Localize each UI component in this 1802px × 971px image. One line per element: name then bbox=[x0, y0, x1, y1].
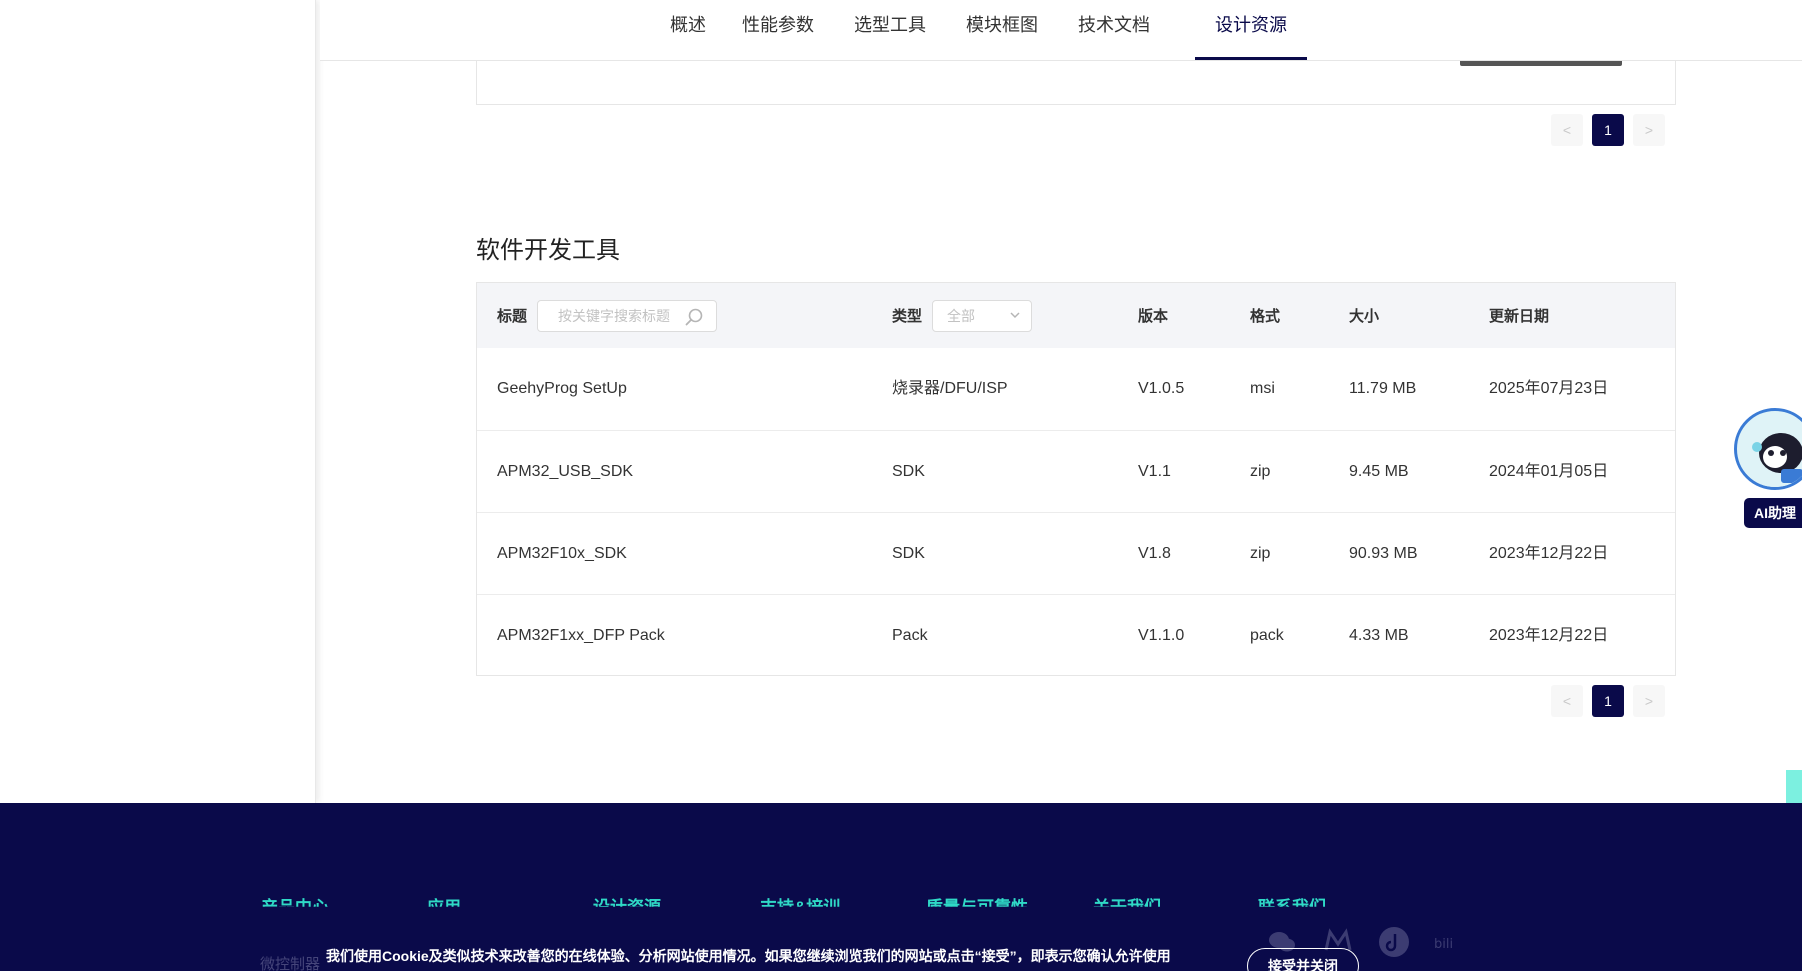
cell-date: 2025年07月23日 bbox=[1489, 380, 1609, 397]
cell-type: Pack bbox=[892, 627, 928, 644]
header-type: 类型 bbox=[892, 308, 923, 325]
cell-format: zip bbox=[1250, 545, 1271, 562]
cell-title[interactable]: GeehyProg SetUp bbox=[497, 348, 627, 430]
page-1-button[interactable]: 1 bbox=[1592, 114, 1624, 146]
next-page-button[interactable]: > bbox=[1633, 685, 1665, 717]
footer-link-products[interactable]: 产品中心 bbox=[261, 893, 329, 907]
cell-version: V1.0.5 bbox=[1138, 380, 1185, 397]
cell-size: 4.33 MB bbox=[1349, 627, 1409, 644]
software-tools-table: 标题 类型 全部 版本 格式 大小 更新日期 GeehyProg SetUp bbox=[476, 282, 1676, 676]
mascot-icon bbox=[1738, 412, 1802, 487]
footer-link-about[interactable]: 关于我们 bbox=[1093, 893, 1161, 907]
cell-title[interactable]: APM32F1xx_DFP Pack bbox=[497, 595, 665, 677]
cell-type: SDK bbox=[892, 545, 925, 562]
tab-design-resources[interactable]: 设计资源 bbox=[1195, 0, 1307, 60]
cell-format: msi bbox=[1250, 380, 1275, 397]
cell-format: pack bbox=[1250, 627, 1284, 644]
cookie-message: 我们使用Cookie及类似技术来改善您的在线体验、分析网站使用情况。如果您继续浏… bbox=[326, 948, 1171, 964]
cell-date: 2024年01月05日 bbox=[1489, 463, 1609, 480]
header-size: 大小 bbox=[1349, 308, 1380, 325]
header-title: 标题 bbox=[497, 308, 528, 325]
cell-type: 烧录器/DFU/ISP bbox=[892, 380, 1008, 397]
page: 概述 性能参数 选型工具 模块框图 技术文档 设计资源 < 1 > 软件开发工具… bbox=[0, 0, 1802, 971]
tab-selection-tool[interactable]: 选型工具 bbox=[840, 0, 940, 60]
table-header: 标题 类型 全部 版本 格式 大小 更新日期 bbox=[477, 283, 1675, 348]
header-version: 版本 bbox=[1138, 308, 1169, 325]
cell-size: 9.45 MB bbox=[1349, 463, 1409, 480]
title-search-input[interactable] bbox=[538, 301, 678, 331]
page-1-button[interactable]: 1 bbox=[1592, 685, 1624, 717]
ai-assistant-avatar[interactable] bbox=[1734, 408, 1802, 490]
table-row[interactable]: APM32_USB_SDK SDK V1.1 zip 9.45 MB 2024年… bbox=[477, 430, 1675, 512]
chevron-down-icon bbox=[1010, 312, 1020, 319]
cookie-banner: 我们使用Cookie及类似技术来改善您的在线体验、分析网站使用情况。如果您继续浏… bbox=[0, 934, 1802, 971]
cell-title[interactable]: APM32_USB_SDK bbox=[497, 431, 633, 513]
cell-size: 90.93 MB bbox=[1349, 545, 1418, 562]
accept-cookie-button[interactable]: 接受并关闭 bbox=[1247, 948, 1359, 971]
cell-size: 11.79 MB bbox=[1349, 380, 1417, 397]
search-icon[interactable] bbox=[684, 307, 704, 327]
left-panel bbox=[0, 0, 316, 803]
prev-page-button[interactable]: < bbox=[1551, 114, 1583, 146]
footer-link-design-resources[interactable]: 设计资源 bbox=[593, 893, 661, 907]
cell-date: 2023年12月22日 bbox=[1489, 545, 1609, 562]
tab-block-diagram[interactable]: 模块框图 bbox=[952, 0, 1052, 60]
tab-tech-docs[interactable]: 技术文档 bbox=[1064, 0, 1164, 60]
footer-link-applications[interactable]: 应用 bbox=[427, 893, 461, 907]
cell-title[interactable]: APM32F10x_SDK bbox=[497, 513, 627, 595]
type-filter-select[interactable]: 全部 bbox=[932, 300, 1032, 332]
header-date: 更新日期 bbox=[1489, 308, 1550, 325]
cell-type: SDK bbox=[892, 463, 925, 480]
previous-table bbox=[476, 61, 1676, 105]
footer-link-quality[interactable]: 质量与可靠性 bbox=[926, 893, 1028, 907]
tab-performance[interactable]: 性能参数 bbox=[728, 0, 828, 60]
pagination-bottom: < 1 > bbox=[1551, 685, 1667, 717]
footer-link-support[interactable]: 支持&培训 bbox=[760, 893, 840, 907]
pagination-top: < 1 > bbox=[1551, 114, 1667, 146]
table-row[interactable]: GeehyProg SetUp 烧录器/DFU/ISP V1.0.5 msi 1… bbox=[477, 348, 1675, 430]
cell-date: 2023年12月22日 bbox=[1489, 627, 1609, 644]
table-row[interactable]: APM32F10x_SDK SDK V1.8 zip 90.93 MB 2023… bbox=[477, 512, 1675, 594]
section-title: 软件开发工具 bbox=[476, 237, 620, 264]
cell-version: V1.1 bbox=[1138, 463, 1171, 480]
ai-assistant-button[interactable]: AI助理 bbox=[1744, 498, 1802, 528]
title-search-box[interactable] bbox=[537, 300, 717, 332]
footer-link-contact[interactable]: 联系我们 bbox=[1258, 893, 1326, 907]
tab-overview[interactable]: 概述 bbox=[658, 0, 718, 60]
product-tabs: 概述 性能参数 选型工具 模块框图 技术文档 设计资源 bbox=[320, 0, 1802, 61]
table-row[interactable]: APM32F1xx_DFP Pack Pack V1.1.0 pack 4.33… bbox=[477, 594, 1675, 676]
type-filter-value: 全部 bbox=[947, 308, 975, 324]
next-page-button[interactable]: > bbox=[1633, 114, 1665, 146]
cell-format: zip bbox=[1250, 463, 1271, 480]
cell-version: V1.1.0 bbox=[1138, 627, 1185, 644]
header-format: 格式 bbox=[1250, 308, 1281, 325]
cell-version: V1.8 bbox=[1138, 545, 1171, 562]
prev-page-button[interactable]: < bbox=[1551, 685, 1583, 717]
previous-table-image bbox=[1460, 61, 1622, 66]
